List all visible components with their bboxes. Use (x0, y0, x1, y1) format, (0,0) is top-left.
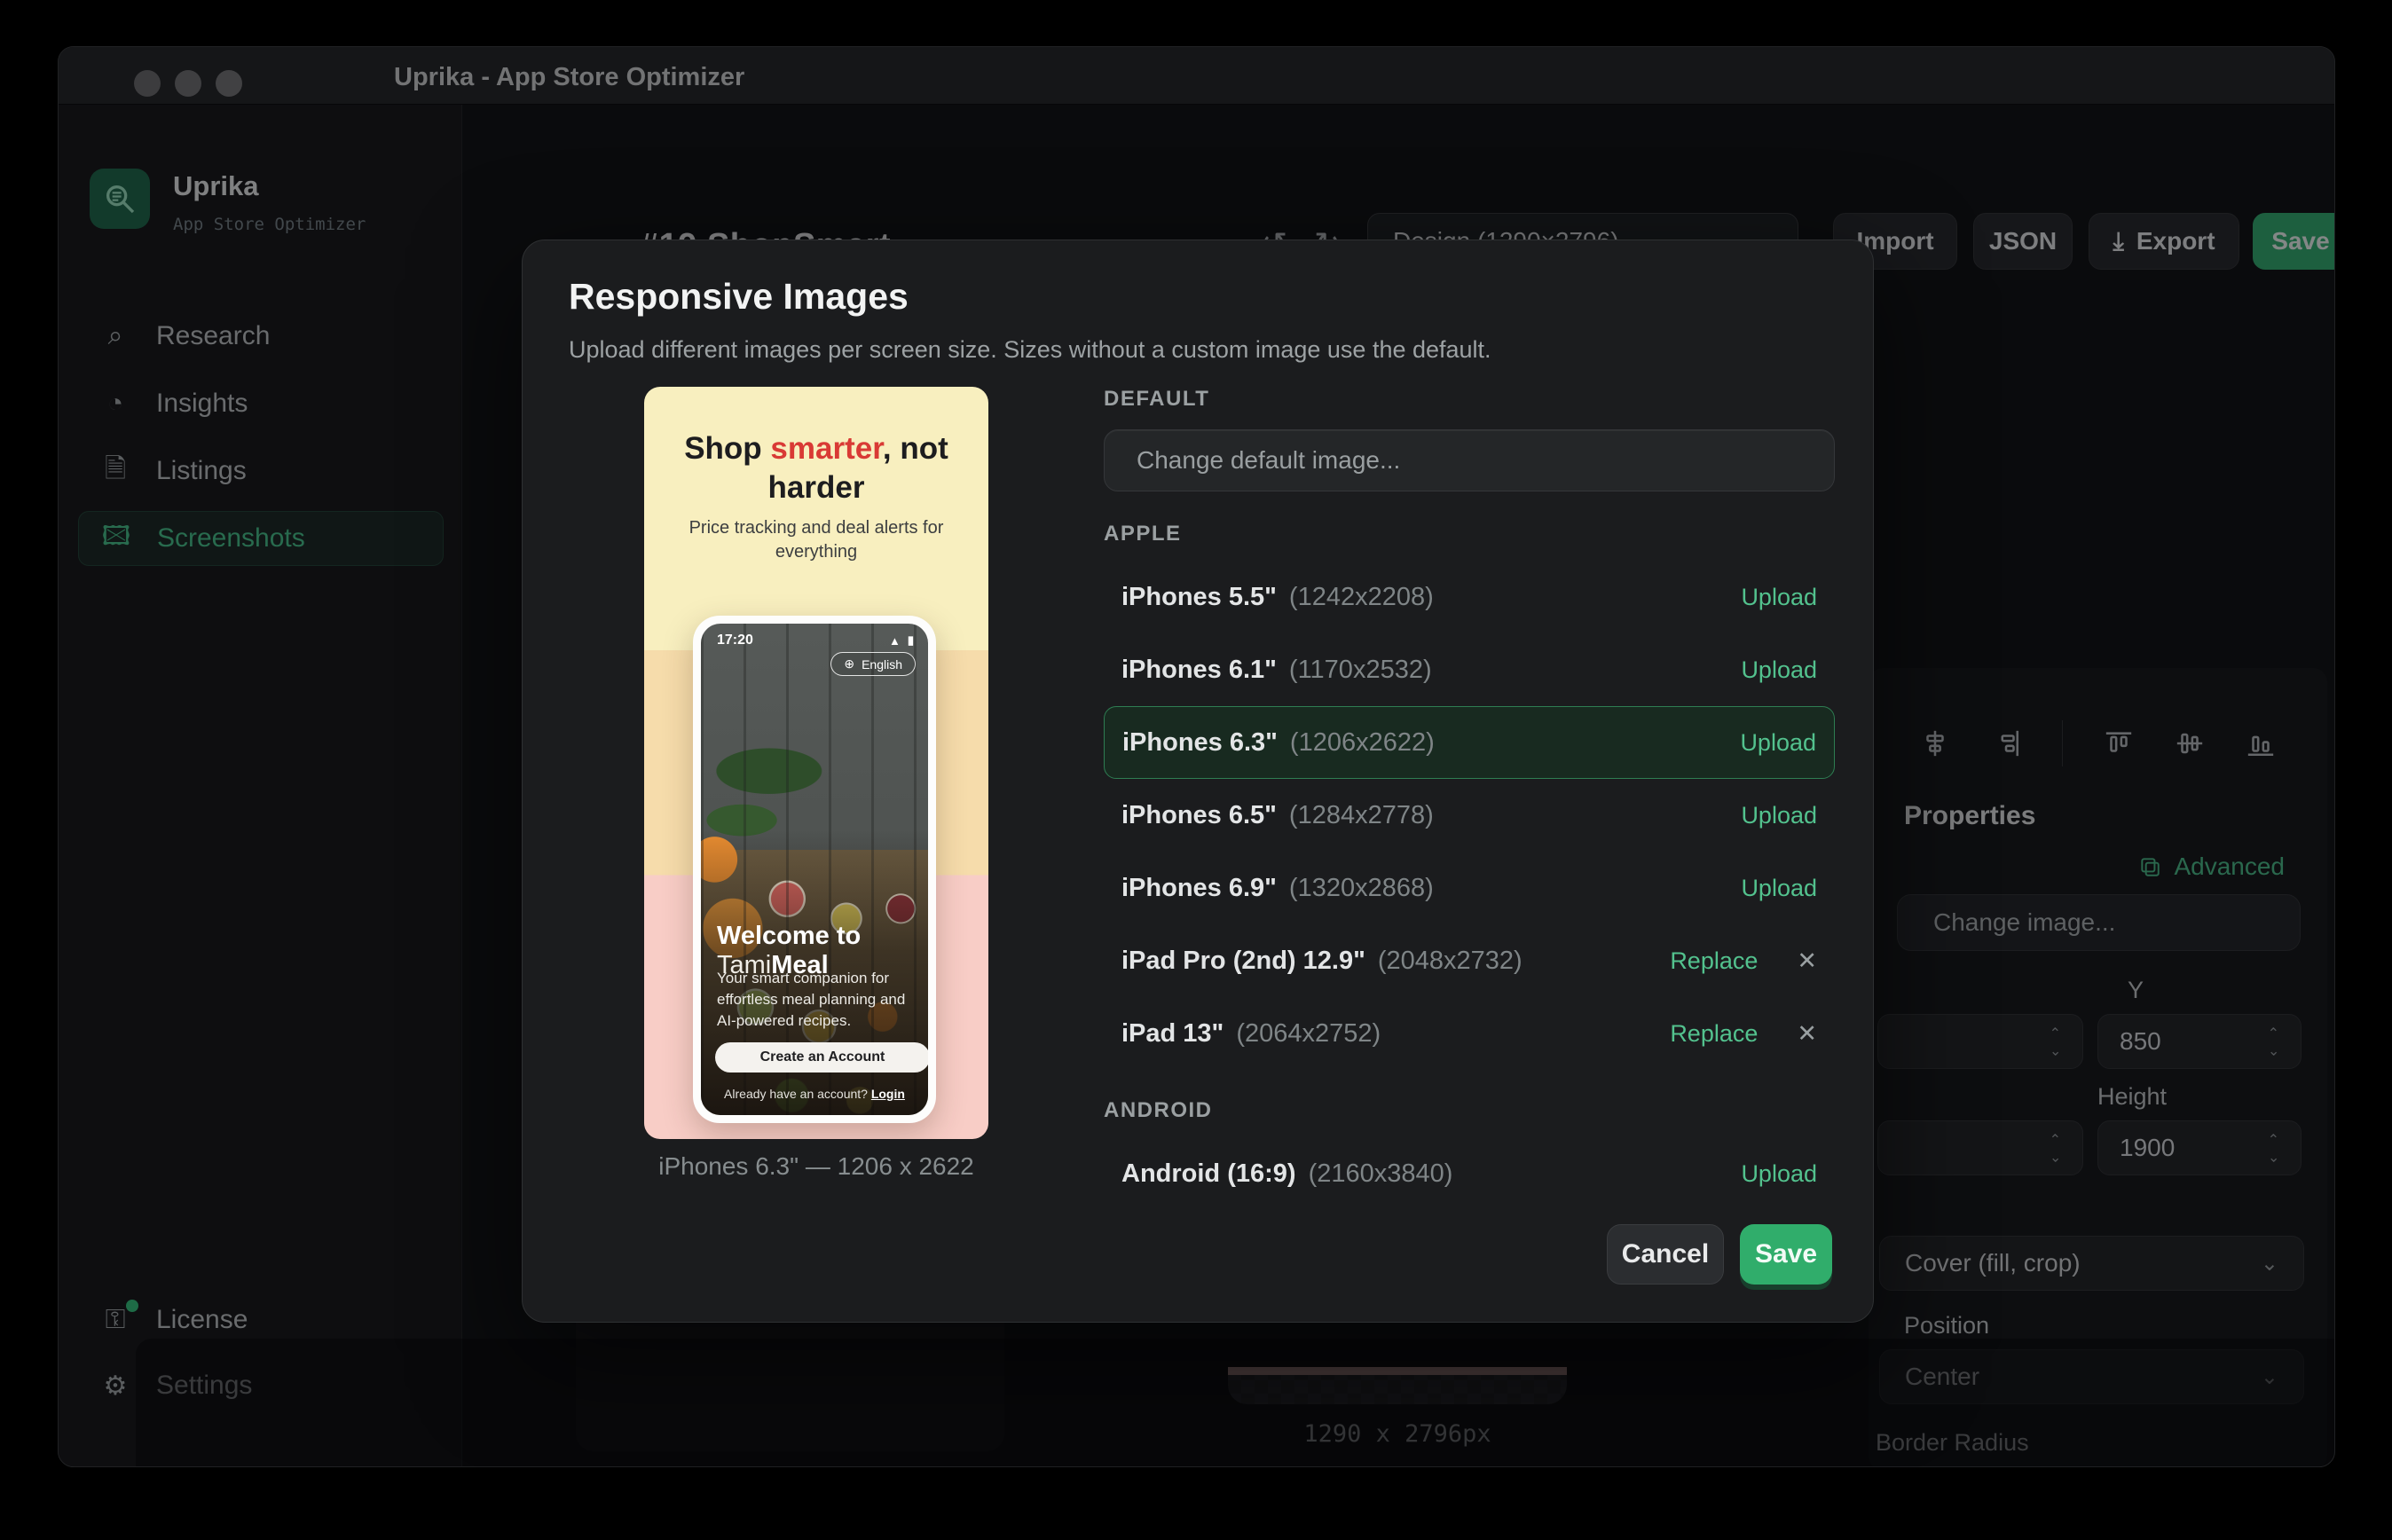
device-row-android-16-9[interactable]: Android (16:9) (2160x3840) Upload (1104, 1144, 1835, 1203)
default-section-label: DEFAULT (1104, 387, 1210, 411)
phone-statusbar: 17:20 ▲ ▮ (701, 624, 928, 648)
apple-device-rows: iPhones 5.5" (1242x2208) Upload iPhones … (1104, 554, 1835, 1063)
upload-link[interactable]: Upload (1741, 875, 1817, 902)
apple-section-label: APPLE (1104, 522, 1182, 546)
change-default-image-button[interactable]: Change default image... (1104, 429, 1835, 491)
device-row-iphone-5-5[interactable]: iPhones 5.5" (1242x2208) Upload (1104, 568, 1835, 626)
modal-title: Responsive Images (569, 276, 909, 317)
phone-screen-photo: 17:20 ▲ ▮ ⊕ English Welcome to TamiMeal Y… (701, 624, 928, 1115)
preview-headline: Shop smarter, not harder (684, 431, 948, 505)
device-row-ipad-pro[interactable]: iPad Pro (2nd) 12.9" (2048x2732) Replace… (1104, 931, 1835, 990)
android-section-label: ANDROID (1104, 1098, 1213, 1122)
battery-icon: ▮ (907, 633, 914, 647)
login-link: Login (870, 1087, 905, 1101)
phone-tagline: Your smart companion for effortless meal… (717, 970, 906, 1029)
create-account-button: Create an Account (715, 1042, 928, 1072)
language-label: English (862, 656, 902, 672)
upload-link[interactable]: Upload (1740, 729, 1816, 757)
upload-link[interactable]: Upload (1741, 656, 1817, 684)
device-row-iphone-6-9[interactable]: iPhones 6.9" (1320x2868) Upload (1104, 859, 1835, 917)
phone-mockup: 17:20 ▲ ▮ ⊕ English Welcome to TamiMeal Y… (693, 616, 936, 1123)
screenshot-preview: Shop smarter, not harder Price tracking … (644, 387, 988, 1139)
save-button[interactable]: Save (1740, 1224, 1832, 1285)
clock-label: 17:20 (717, 632, 753, 648)
upload-link[interactable]: Upload (1741, 802, 1817, 829)
device-row-iphone-6-1[interactable]: iPhones 6.1" (1170x2532) Upload (1104, 640, 1835, 699)
device-row-iphone-6-5[interactable]: iPhones 6.5" (1284x2778) Upload (1104, 786, 1835, 845)
remove-image-icon[interactable]: ✕ (1797, 1020, 1817, 1048)
cancel-button[interactable]: Cancel (1607, 1224, 1724, 1285)
replace-link[interactable]: Replace (1670, 1020, 1758, 1048)
device-row-ipad-13[interactable]: iPad 13" (2064x2752) Replace ✕ (1104, 1004, 1835, 1063)
replace-link[interactable]: Replace (1670, 947, 1758, 975)
responsive-images-modal: Responsive Images Upload different image… (522, 240, 1874, 1323)
login-line: Already have an account? Login (724, 1087, 905, 1101)
modal-subtitle: Upload different images per screen size.… (569, 336, 1491, 363)
android-device-rows: Android (16:9) (2160x3840) Upload (1104, 1130, 1835, 1203)
remove-image-icon[interactable]: ✕ (1797, 947, 1817, 975)
upload-link[interactable]: Upload (1741, 1160, 1817, 1188)
preview-caption: iPhones 6.3" — 1206 x 2622 (658, 1152, 974, 1180)
modal-actions: Cancel Save (1607, 1224, 1832, 1285)
upload-link[interactable]: Upload (1741, 584, 1817, 611)
device-row-iphone-6-3-selected[interactable]: iPhones 6.3" (1206x2622) Upload (1104, 706, 1835, 779)
language-pill: ⊕ English (830, 652, 916, 676)
wifi-icon: ▲ (888, 633, 901, 648)
globe-icon: ⊕ (844, 656, 855, 671)
modal-size-list: DEFAULT Change default image... APPLE iP… (1104, 387, 1835, 1203)
screen: Uprika - App Store Optimizer Uprika App … (0, 0, 2392, 1540)
preview-subheadline: Price tracking and deal alerts for every… (688, 518, 944, 562)
